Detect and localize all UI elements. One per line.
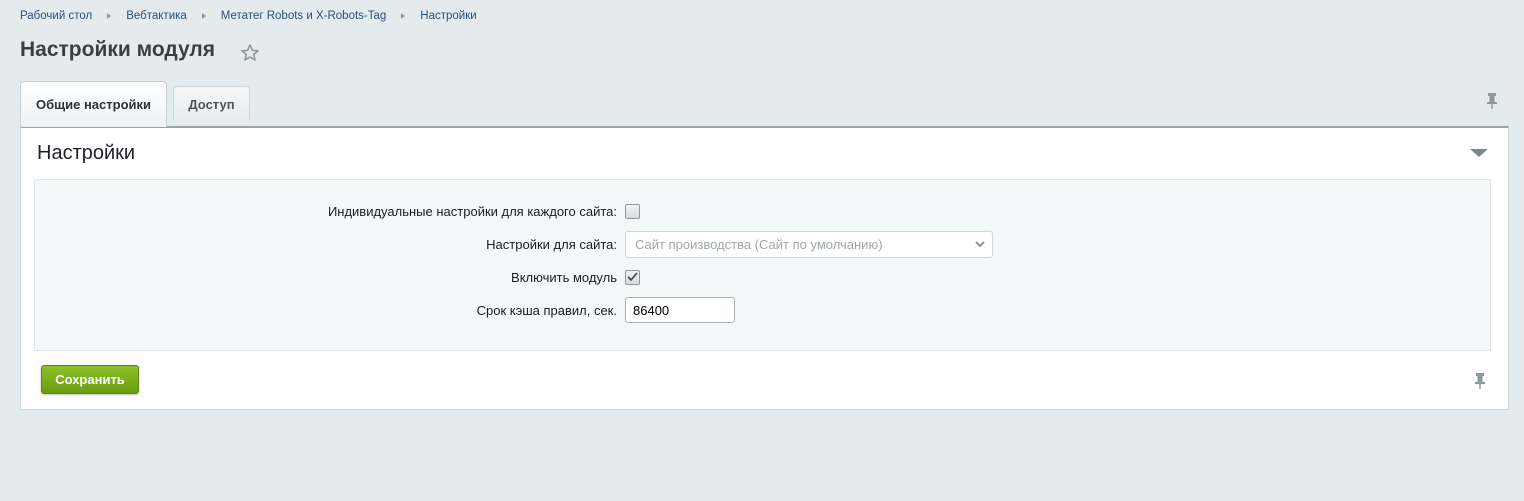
page-title: Настройки модуля (20, 38, 216, 61)
chevron-down-icon (975, 240, 985, 247)
site-select[interactable]: Сайт производства (Сайт по умолчанию) (625, 230, 993, 258)
enable-module-label: Включить модуль (511, 269, 617, 285)
site-select-value: Сайт производства (Сайт по умолчанию) (635, 236, 883, 252)
site-settings-label: Настройки для сайта: (486, 236, 617, 252)
breadcrumb-item-webtaktika[interactable]: Вебтактика (126, 10, 187, 22)
row-cache: Срок кэша правил, сек. 86400 (35, 297, 1490, 323)
form-area: Индивидуальные настройки для каждого сай… (34, 179, 1491, 351)
row-site: Настройки для сайта: Сайт производства (… (35, 230, 1490, 258)
individual-settings-label: Индивидуальные настройки для каждого сай… (327, 203, 617, 219)
save-button[interactable]: Сохранить (41, 365, 139, 394)
cache-time-label: Срок кэша правил, сек. (476, 302, 617, 318)
section-title: Настройки (37, 142, 136, 164)
collapse-icon[interactable] (1470, 148, 1488, 158)
pin-icon[interactable] (1473, 372, 1487, 390)
chevron-right-icon (401, 13, 406, 19)
star-icon[interactable] (240, 43, 260, 63)
enable-module-checkbox[interactable] (625, 269, 640, 285)
cache-time-input[interactable]: 86400 (625, 297, 735, 323)
settings-panel: Настройки Индивидуальные настройки для к… (20, 126, 1509, 410)
checkmark-icon (627, 272, 638, 282)
chevron-right-icon (201, 13, 206, 19)
pin-icon[interactable] (1485, 92, 1499, 110)
tab-general-settings[interactable]: Общие настройки (20, 81, 167, 127)
breadcrumb-item-module[interactable]: Метатег Robots и X-Robots-Tag (221, 10, 387, 22)
breadcrumb: Рабочий стол Вебтактика Метатег Robots и… (20, 10, 477, 22)
breadcrumb-item-desktop[interactable]: Рабочий стол (20, 10, 92, 22)
row-individual: Индивидуальные настройки для каждого сай… (35, 198, 1490, 224)
row-enable: Включить модуль (35, 264, 1490, 290)
breadcrumb-item-settings[interactable]: Настройки (420, 10, 476, 22)
tab-access[interactable]: Доступ (173, 86, 250, 121)
individual-settings-checkbox[interactable] (625, 203, 640, 219)
chevron-right-icon (107, 13, 112, 19)
